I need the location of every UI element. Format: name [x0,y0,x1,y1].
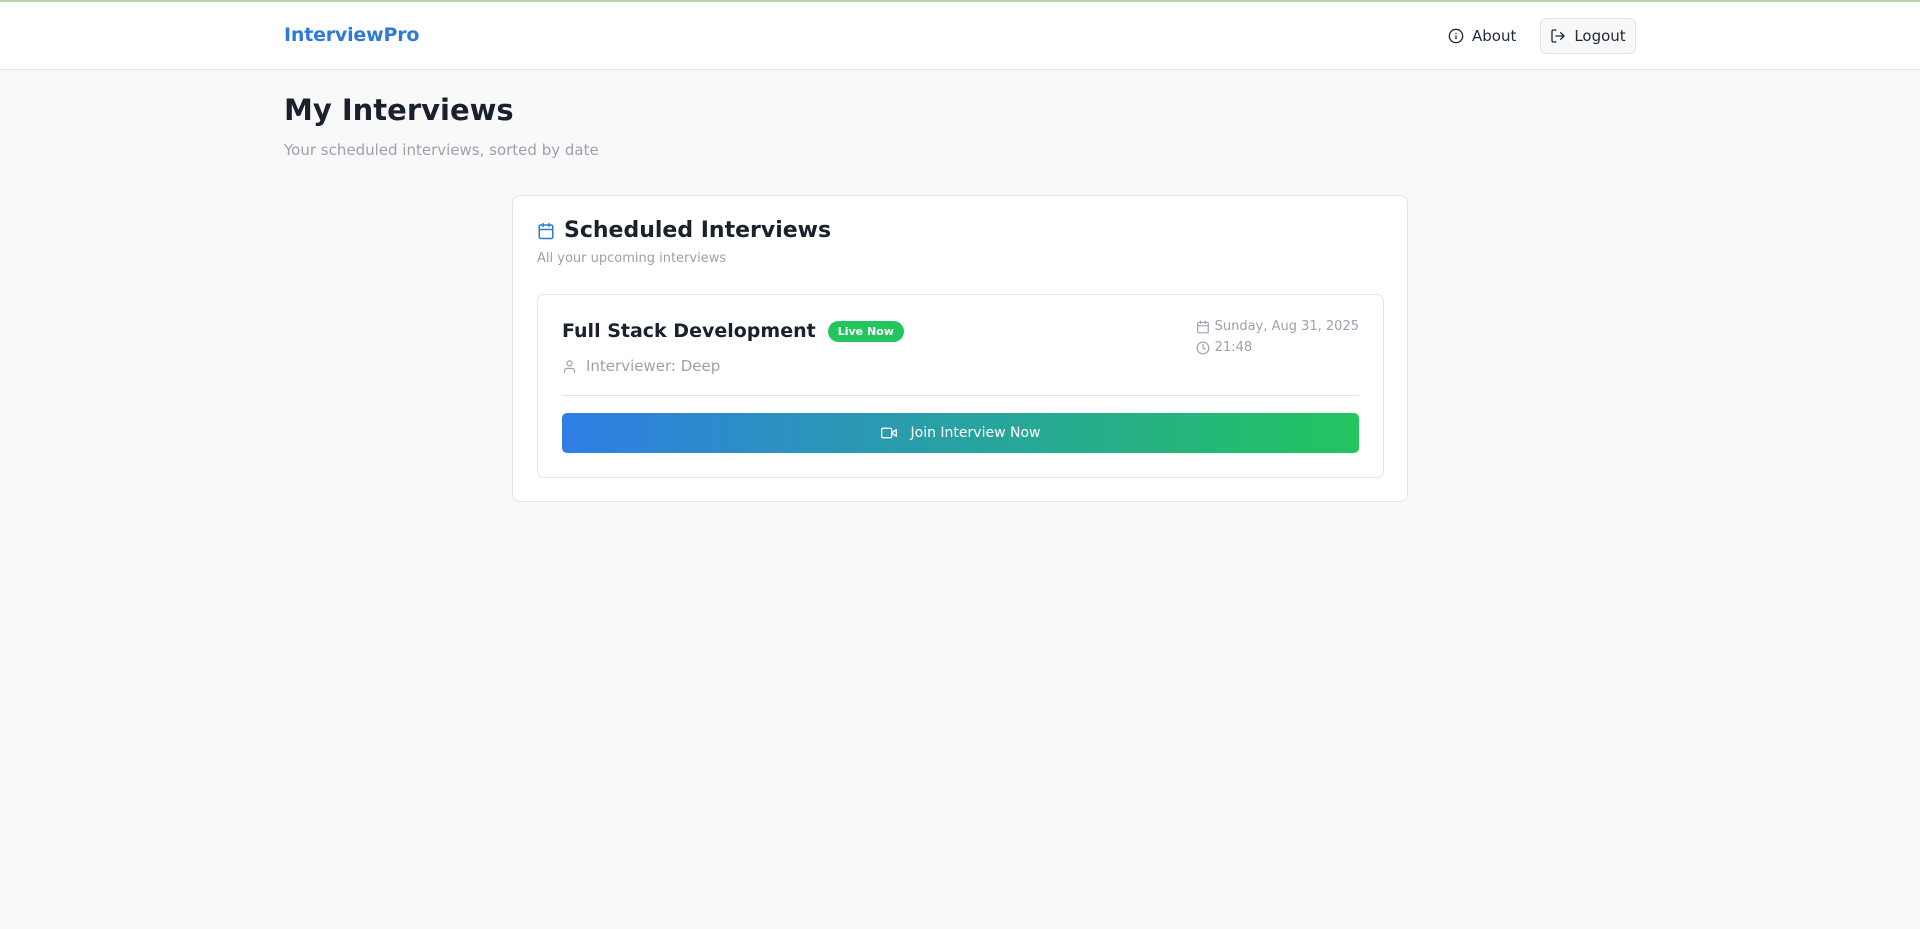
interview-date: Sunday, Aug 31, 2025 [1214,319,1359,334]
logout-button[interactable]: Logout [1540,18,1636,54]
calendar-icon [1196,320,1210,334]
card-subtitle: All your upcoming interviews [537,251,727,266]
interviewer-info: Interviewer: Deep [562,357,720,375]
video-icon [880,425,897,441]
interview-time: 21:48 [1214,340,1253,355]
page-subtitle: Your scheduled interviews, sorted by dat… [284,141,599,159]
logout-icon [1550,28,1566,44]
about-link[interactable]: About [1448,25,1516,47]
interview-title-row: Full Stack Development Live Now [562,320,904,342]
interview-date-row: Sunday, Aug 31, 2025 [1196,319,1359,334]
navbar: InterviewPro About Logout [0,2,1920,70]
interview-time-row: 21:48 [1196,340,1359,355]
about-label: About [1472,27,1517,45]
divider [562,395,1359,396]
brand-logo[interactable]: InterviewPro [284,24,419,46]
interview-item: Full Stack Development Live Now Intervie… [537,294,1384,478]
live-status-badge: Live Now [827,320,904,342]
logout-label: Logout [1574,27,1626,45]
interview-schedule: Sunday, Aug 31, 2025 21:48 [1196,319,1359,355]
card-header: Scheduled Interviews [537,218,831,243]
join-interview-label: Join Interview Now [910,425,1041,441]
join-interview-button[interactable]: Join Interview Now [562,413,1359,453]
info-icon [1448,28,1464,44]
page-title: My Interviews [284,93,514,127]
interview-title: Full Stack Development [562,320,816,342]
user-icon [562,359,577,374]
interviewer-name: Interviewer: Deep [586,357,721,375]
scheduled-interviews-card: Scheduled Interviews All your upcoming i… [512,195,1408,502]
clock-icon [1196,341,1210,355]
card-title: Scheduled Interviews [564,218,832,243]
calendar-icon [537,222,555,240]
